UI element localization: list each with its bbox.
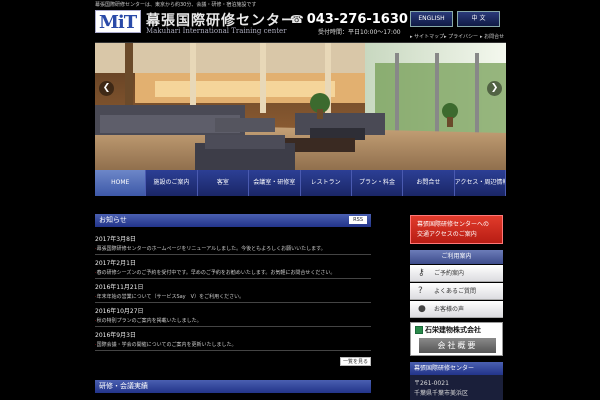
news-title[interactable]: 秋の特別プランのご案内を掲載いたしました。 xyxy=(95,316,371,326)
news-item[interactable]: 2017年3月8日 幕張国際研修センターのホームページをリニューアルしました。今… xyxy=(95,235,371,255)
slide-prev-button[interactable]: ❮ xyxy=(99,81,114,96)
slide-next-button[interactable]: ❯ xyxy=(487,81,502,96)
access-banner-line2: 交通アクセスのご案内 xyxy=(417,231,477,238)
sidebar-link-reservation[interactable]: ⚷ ご予約案内 xyxy=(410,265,503,282)
site-tagline: 幕張国際研修センターは、東京から約30分、会議・研修・宿泊施設です xyxy=(95,2,257,8)
speech-bubble-icon: ● xyxy=(418,304,426,314)
zip-code: 〒261-0021 xyxy=(414,380,449,387)
second-panel-heading: 研修・会議実績 xyxy=(95,380,371,393)
question-icon: ? xyxy=(418,286,423,296)
news-title[interactable]: 春の研修シーズンのご予約を受付中です。早めのご予約をお勧めいたします。お気軽にお… xyxy=(95,268,371,278)
address-text: 千葉県千葉市美浜区 xyxy=(414,390,469,397)
news-title[interactable]: 幕張国際研修センターのホームページをリニューアルしました。今後ともよろしくお願い… xyxy=(95,244,371,254)
news-heading: お知らせ RSS xyxy=(95,214,371,227)
news-date: 2017年2月1日 xyxy=(95,260,136,267)
news-date: 2016年11月21日 xyxy=(95,284,144,291)
news-item[interactable]: 2016年9月3日 国際会議・学会の開催についてのご案内を更新いたしました。 xyxy=(95,331,371,351)
header-link-contact[interactable]: ▸ お問合せ xyxy=(480,33,504,40)
nav-access[interactable]: アクセス・周辺情報 xyxy=(455,170,506,196)
info-heading: ご利用案内 xyxy=(410,250,503,264)
nav-contact[interactable]: お問合せ xyxy=(403,170,455,196)
news-title[interactable]: 国際会議・学会の開催についてのご案内を更新いたしました。 xyxy=(95,340,371,350)
header-link-privacy[interactable]: ▸ プライバシー xyxy=(444,33,478,40)
news-list-button[interactable]: 一覧を見る xyxy=(340,357,371,366)
nav-facility[interactable]: 施設のご案内 xyxy=(146,170,198,196)
company-logo-icon xyxy=(415,326,423,334)
news-title[interactable]: 年末年始の営業について（サービスSay V）をご利用ください。 xyxy=(95,292,371,302)
news-date: 2017年3月8日 xyxy=(95,236,136,243)
nav-plans[interactable]: プラン・料金 xyxy=(352,170,404,196)
company-profile-button[interactable]: 会社概要 xyxy=(419,338,496,353)
access-banner-line1: 幕張国際研修センターへの xyxy=(417,221,490,228)
news-heading-text: お知らせ xyxy=(99,216,127,224)
company-name: 石栄建物株式会社 xyxy=(415,325,481,335)
sidebar-link-faq[interactable]: ? よくあるご質問 xyxy=(410,283,503,300)
main-nav: HOME 施設のご案内 客室 会議室・研修室 レストラン プラン・料金 お問合せ… xyxy=(95,170,506,196)
logo-mark: MiT xyxy=(99,12,137,33)
nav-meeting-rooms[interactable]: 会議室・研修室 xyxy=(249,170,301,196)
brand-name-en: Makuhari International Training center xyxy=(146,27,287,35)
site-logo[interactable]: MiT xyxy=(95,10,141,33)
news-date: 2016年9月3日 xyxy=(95,332,136,339)
key-icon: ⚷ xyxy=(418,268,425,278)
lobby-photo xyxy=(95,43,506,170)
telephone-icon: ☎ xyxy=(290,13,304,26)
chinese-button[interactable]: 中 文 xyxy=(457,11,500,27)
nav-restaurant[interactable]: レストラン xyxy=(301,170,352,196)
address-heading: 幕張国際研修センター xyxy=(410,362,503,375)
phone-number: ☎ 043-276-1630 xyxy=(290,12,408,27)
rss-button[interactable]: RSS xyxy=(349,216,367,224)
hero-slideshow xyxy=(95,42,506,170)
header-link-sitemap[interactable]: ▸ サイトマップ xyxy=(410,33,444,40)
news-item[interactable]: 2016年10月27日 秋の特別プランのご案内を掲載いたしました。 xyxy=(95,307,371,327)
sidebar-link-label: よくあるご質問 xyxy=(434,288,477,295)
news-item[interactable]: 2016年11月21日 年末年始の営業について（サービスSay V）をご利用くだ… xyxy=(95,283,371,303)
sidebar-link-testimonials[interactable]: ● お客様の声 xyxy=(410,301,503,318)
sidebar-link-label: ご予約案内 xyxy=(434,270,465,277)
address-box: 〒261-0021 千葉県千葉市美浜区 xyxy=(410,375,503,400)
office-hours: 受付時間：平日10:00～17:00 xyxy=(318,29,401,36)
english-button[interactable]: ENGLISH xyxy=(410,11,453,27)
company-banner[interactable]: 石栄建物株式会社 会社概要 xyxy=(410,322,503,356)
company-name-text: 石栄建物株式会社 xyxy=(425,326,481,334)
sidebar-link-label: お客様の声 xyxy=(434,306,465,313)
access-banner[interactable]: 幕張国際研修センターへの 交通アクセスのご案内 xyxy=(410,215,503,244)
nav-rooms[interactable]: 客室 xyxy=(198,170,250,196)
news-item[interactable]: 2017年2月1日 春の研修シーズンのご予約を受付中です。早めのご予約をお勧めい… xyxy=(95,259,371,279)
nav-home[interactable]: HOME xyxy=(95,170,147,196)
news-date: 2016年10月27日 xyxy=(95,308,144,315)
phone-number-text: 043-276-1630 xyxy=(306,12,408,27)
